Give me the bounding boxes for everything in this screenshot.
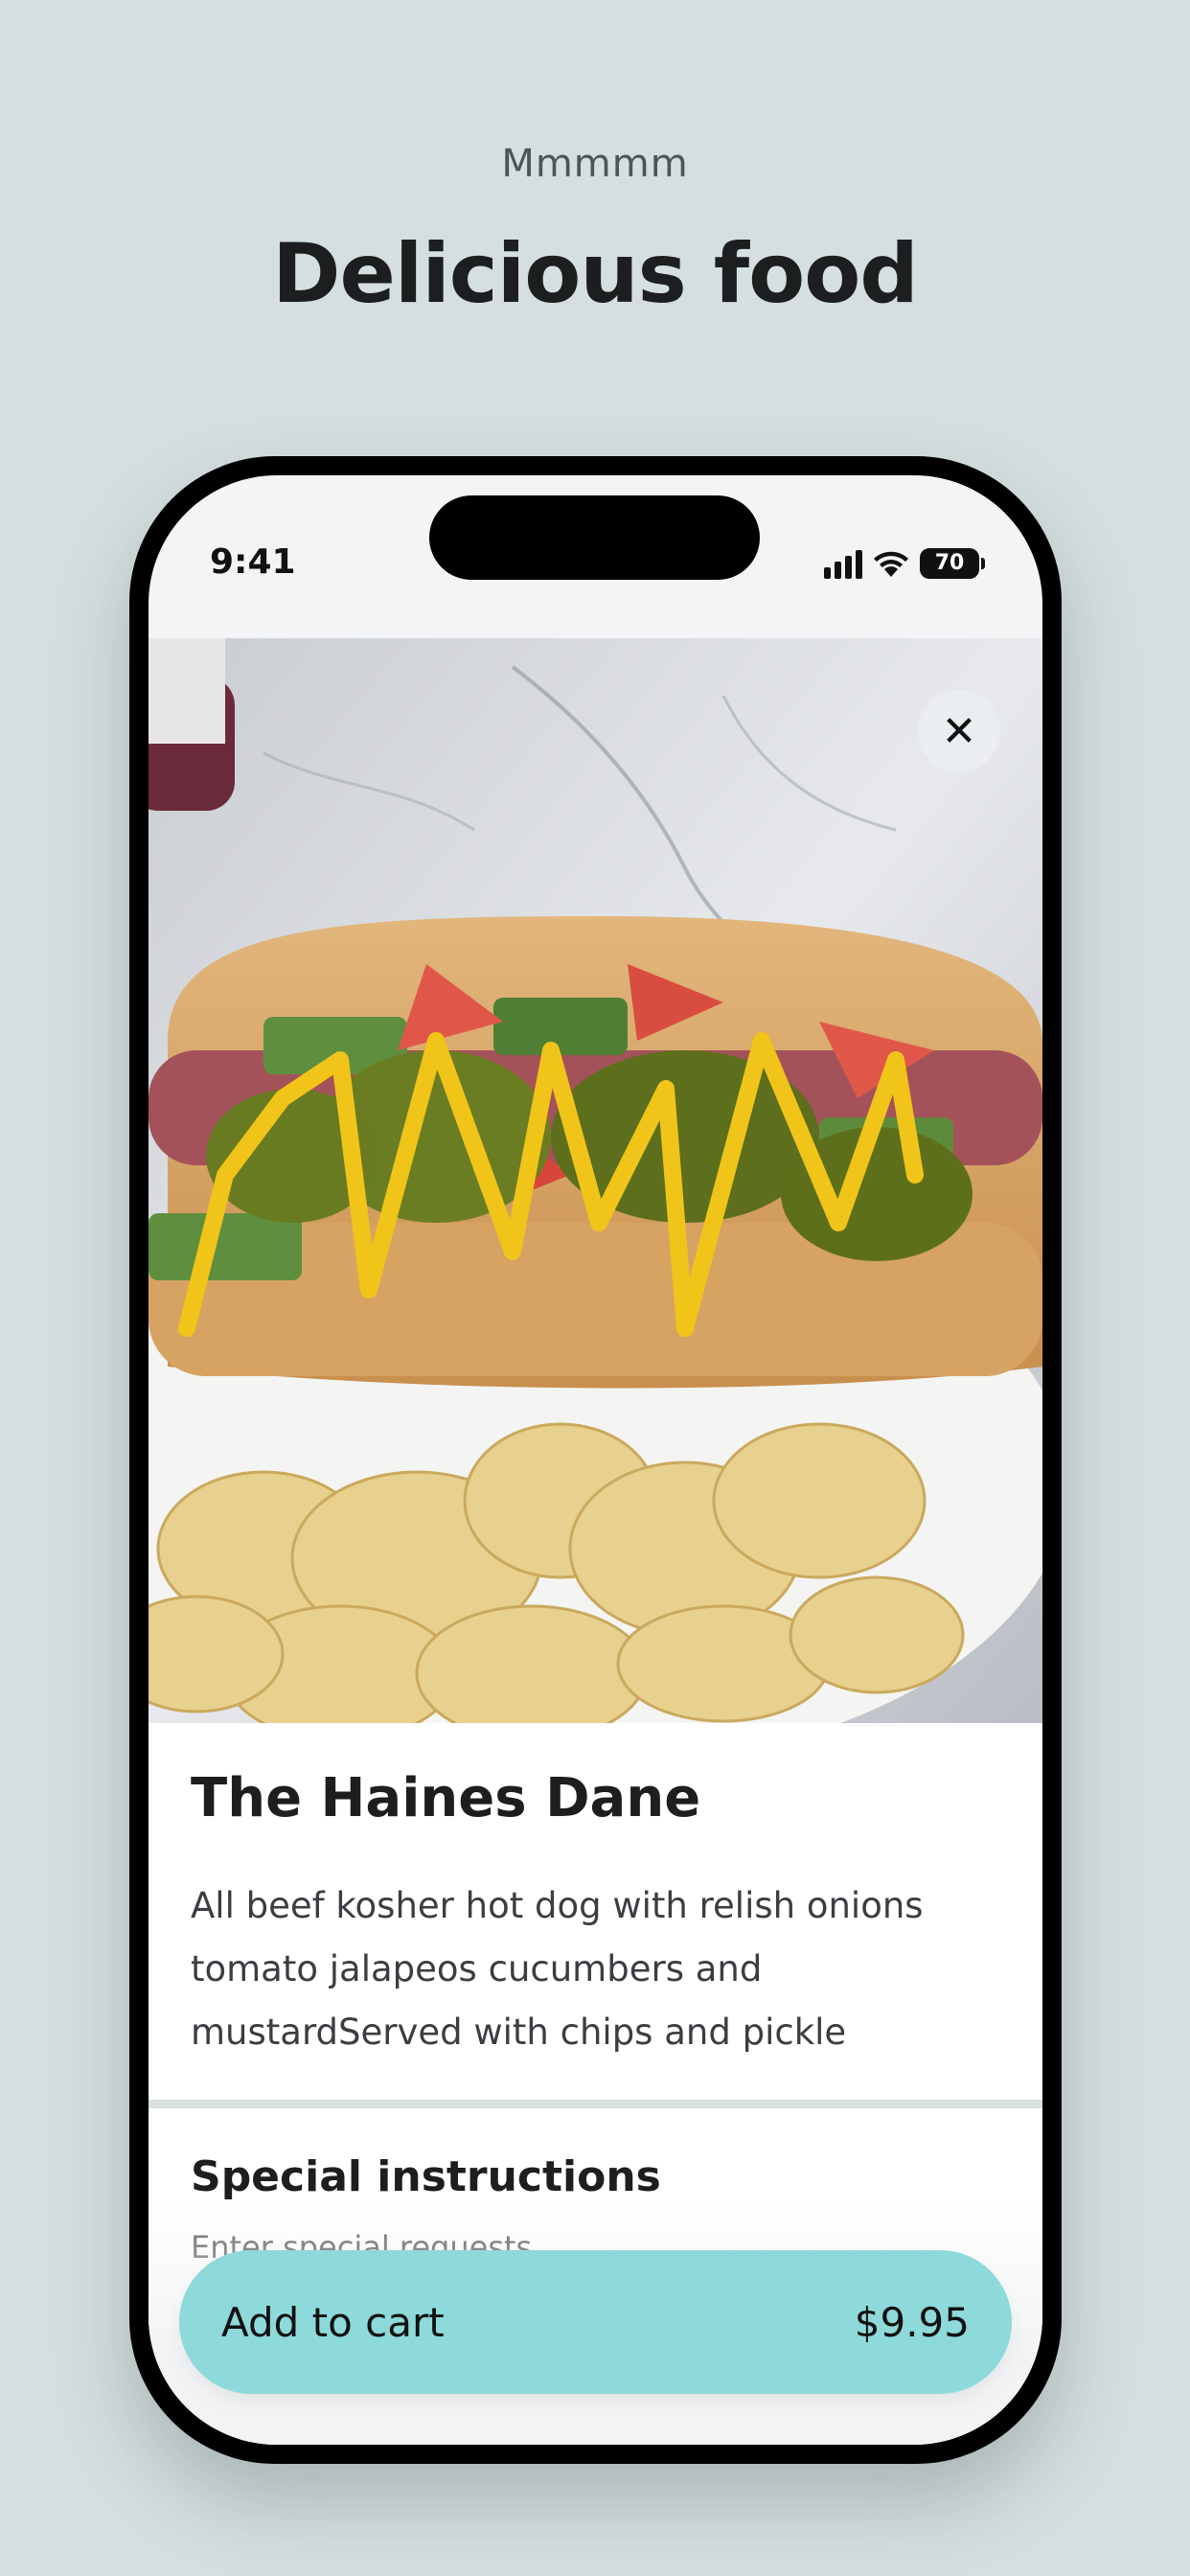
wifi-icon — [874, 551, 908, 577]
eyebrow-text: Mmmmm — [501, 142, 689, 186]
item-description: All beef kosher hot dog with relish onio… — [191, 1885, 924, 2053]
cart-price: $9.95 — [854, 2298, 970, 2346]
food-photo: ✕ — [149, 638, 1042, 1723]
phone-frame: 9:41 70 ✕ The Haines Dane All beef koshe… — [129, 456, 1062, 2464]
special-instructions-title: Special instructions — [191, 2152, 661, 2201]
add-to-cart-label: Add to cart — [221, 2298, 445, 2346]
add-to-cart-button[interactable]: Add to cart $9.95 — [179, 2250, 1012, 2394]
battery-icon: 70 — [920, 548, 985, 579]
item-title: The Haines Dane — [191, 1767, 701, 1829]
close-button[interactable]: ✕ — [918, 690, 1000, 772]
status-icons: 70 — [824, 544, 985, 583]
dynamic-island — [429, 495, 760, 580]
page-headline: Delicious food — [272, 226, 919, 322]
signal-icon — [824, 548, 862, 579]
section-divider — [149, 2100, 1042, 2108]
item-sheet: ✕ The Haines Dane All beef kosher hot do… — [149, 638, 1042, 2445]
phone-screen: 9:41 70 ✕ The Haines Dane All beef koshe… — [149, 475, 1042, 2445]
close-icon: ✕ — [941, 706, 977, 756]
status-time: 9:41 — [210, 542, 296, 582]
